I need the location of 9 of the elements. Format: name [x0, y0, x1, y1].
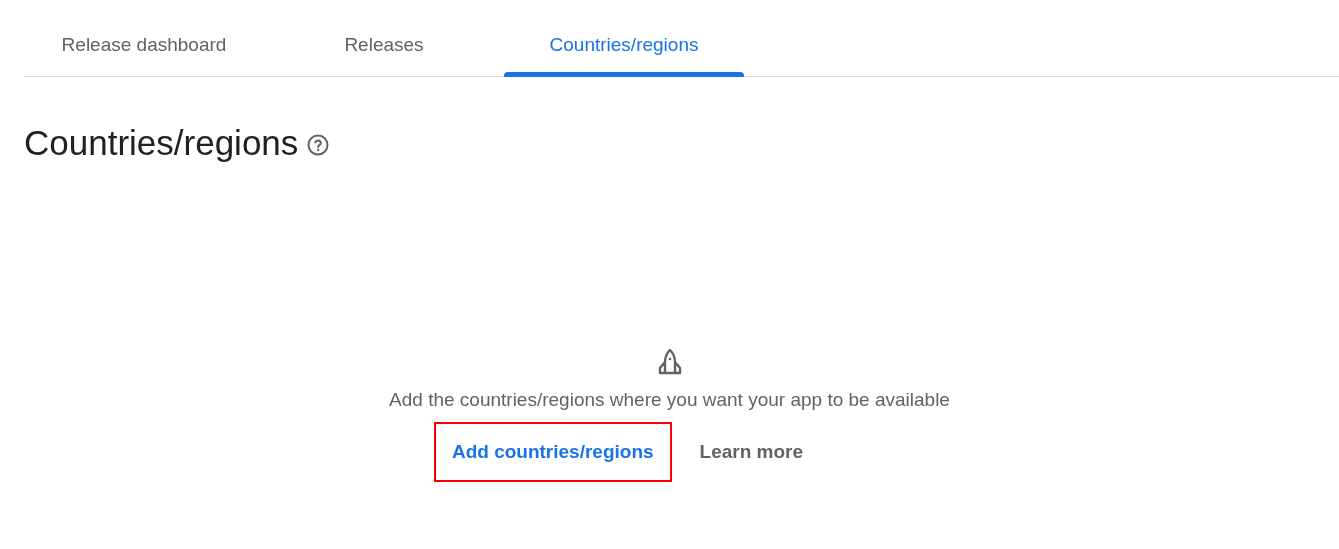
tab[interactable]: Releases — [264, 22, 504, 76]
tab[interactable]: Release dashboard — [24, 22, 264, 76]
add-button[interactable]: Add countries/regions — [433, 422, 672, 482]
learn-more-button[interactable]: Learn more — [681, 422, 822, 482]
rocket-icon — [656, 347, 683, 376]
empty-state-message: Add the countries/regions where you want your app to be available — [389, 387, 950, 412]
page-title: Countries/regions — [24, 122, 299, 164]
help-icon[interactable] — [306, 133, 331, 158]
tab[interactable]: Countries/regions — [504, 22, 744, 76]
